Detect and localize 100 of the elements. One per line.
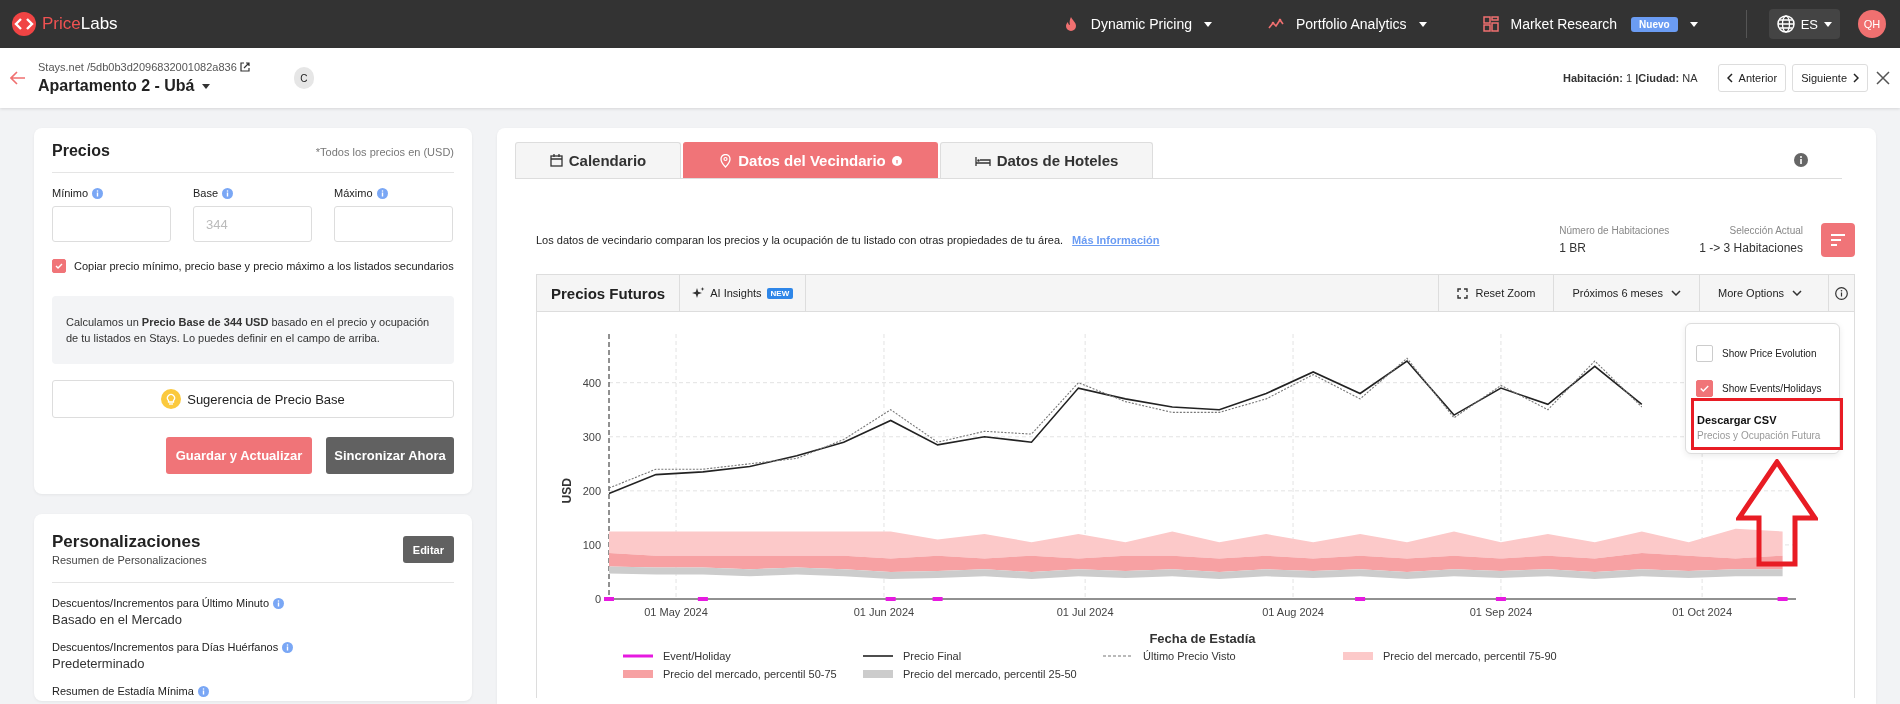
checkbox[interactable] (1696, 345, 1713, 362)
grid-icon (1482, 16, 1499, 32)
filter-lines-icon (1830, 234, 1846, 246)
x-tick-label: 01 Sep 2024 (1469, 606, 1533, 618)
close-icon (1876, 71, 1890, 85)
legend-label: Precio del mercado, percentil 75-90 (1383, 650, 1557, 662)
listing-tag: C (293, 67, 314, 89)
info-icon (92, 187, 104, 199)
suggestion-button[interactable]: Sugerencia de Precio Base (52, 380, 454, 418)
info-icon (1794, 153, 1808, 167)
external-link-icon[interactable] (239, 62, 250, 72)
field-label: Mínimo (52, 187, 89, 199)
sync-button[interactable]: Sincronizar Ahora (326, 437, 454, 474)
menu-option[interactable]: Show Price Evolution (1686, 336, 1839, 371)
x-tick-label: 01 Aug 2024 (1262, 606, 1324, 618)
info-icon (197, 685, 209, 697)
field-label: Máximo (334, 187, 373, 199)
setting-label: Descuentos/Incrementos para Último Minuto (52, 597, 270, 609)
price-input[interactable] (52, 206, 171, 242)
lightbulb-icon (161, 389, 182, 409)
back-arrow-icon[interactable] (10, 71, 26, 85)
legend-label: Event/Holiday (663, 650, 731, 662)
menu-option[interactable]: Show Events/Holidays (1686, 371, 1839, 406)
listing-selector[interactable]: Apartamento 2 - Ubá (38, 77, 250, 95)
language-selector[interactable]: ES (1768, 9, 1840, 39)
reset-zoom-button[interactable]: Reset Zoom (1437, 275, 1554, 311)
chevron-left-icon (1726, 73, 1733, 83)
ai-insights-button[interactable]: AI Insights NEW (680, 275, 807, 311)
y-tick-label: 200 (582, 484, 601, 497)
breadcrumb[interactable]: Stays.net /5db0b3d2096832001082a836 (38, 61, 237, 73)
info-icon (273, 597, 285, 609)
range-dropdown[interactable]: Próximos 6 meses (1553, 275, 1699, 311)
logo-text: PriceLabs (42, 14, 118, 34)
legend-label: Precio del mercado, percentil 50-75 (663, 668, 837, 680)
download-csv-option[interactable]: Descargar CSV Precios y Ocupación Futura (1686, 406, 1839, 449)
checkbox[interactable] (1696, 380, 1713, 397)
new-badge: Nuevo (1631, 16, 1678, 32)
previous-button[interactable]: Anterior (1717, 64, 1787, 92)
nav-menu[interactable]: Dynamic Pricing (1062, 16, 1212, 32)
info-icon (222, 187, 234, 199)
legend-marker (623, 669, 653, 679)
chevron-right-icon (1853, 73, 1859, 83)
globe-icon (1776, 15, 1795, 33)
next-button[interactable]: Siguiente (1792, 64, 1868, 92)
info-icon[interactable] (1835, 286, 1848, 300)
x-tick-label: 01 May 2024 (644, 606, 708, 618)
setting-value: Predeterminado (52, 656, 146, 671)
expand-icon (1456, 287, 1468, 299)
chevron-down-icon (1670, 290, 1681, 296)
card-subtitle: Resumen de Personalizaciones (52, 554, 207, 566)
card-title: Precios (52, 142, 110, 160)
edit-button[interactable]: Editar (402, 536, 454, 563)
y-tick-label: 0 (594, 593, 601, 605)
setting-label: Descuentos/Incrementos para Días Huérfanos (52, 641, 279, 653)
price-input[interactable]: 344 (193, 206, 312, 242)
nav-menu[interactable]: Market Research Nuevo (1482, 16, 1698, 32)
setting-value: Basado en el Mercado (52, 612, 184, 627)
x-tick-label: 01 Oct 2024 (1672, 606, 1733, 618)
legend-marker (863, 669, 893, 679)
price-input[interactable] (334, 206, 453, 242)
legend-label: Último Precio Visto (1143, 650, 1236, 662)
stat-value: 1 -> 3 Habitaciones (1699, 241, 1803, 255)
field-label: Base (193, 187, 219, 199)
caret-icon (1689, 21, 1698, 27)
location-pin-icon (719, 153, 733, 168)
caret-icon (1418, 21, 1427, 27)
legend-marker (1343, 651, 1373, 661)
info-icon (282, 641, 294, 653)
logo-icon (12, 12, 36, 36)
y-tick-label: 400 (582, 376, 601, 389)
nav-menu[interactable]: Portfolio Analytics (1268, 16, 1427, 32)
checkbox-label: Copiar precio mínimo, precio base y precio máximo a los listados secundarios (74, 260, 454, 272)
new-badge: NEW (766, 287, 794, 299)
stat-label: Número de Habitaciones (1559, 225, 1670, 236)
checkbox[interactable] (52, 259, 66, 273)
stat-value: 1 BR (1559, 241, 1587, 255)
info-message: Calculamos un Precio Base de 344 USD basado en el precio y ocupación de tu listados en Stays. Lo puedes definir en el campo de arriba. (52, 296, 454, 364)
filter-button[interactable] (1821, 223, 1855, 257)
chart-title: Precios Futuros (537, 275, 681, 311)
more-options-dropdown[interactable]: More Options (1698, 275, 1828, 311)
currency-note: *Todos los precios en (USD) (315, 146, 454, 158)
tab[interactable]: Datos de Hoteles (940, 142, 1153, 178)
chevron-down-icon (1792, 290, 1802, 296)
caret-icon (1204, 21, 1212, 27)
x-tick-label: 01 Jul 2024 (1056, 606, 1114, 618)
y-tick-label: 300 (582, 430, 601, 443)
info-icon (891, 155, 902, 166)
card-title: Personalizaciones (52, 532, 202, 552)
y-axis-title: USD (560, 478, 574, 504)
stat-label: Selección Actual (1729, 225, 1803, 236)
tab[interactable]: Calendario (515, 142, 681, 178)
info-icon (376, 187, 388, 199)
close-button[interactable] (1876, 71, 1890, 85)
legend-label: Precio Final (903, 650, 962, 662)
x-axis-title: Fecha de Estadía (1149, 631, 1256, 646)
caret-icon (1824, 21, 1832, 27)
x-tick-label: 01 Jun 2024 (853, 606, 915, 618)
y-tick-label: 100 (582, 538, 601, 551)
setting-label: Resumen de Estadía Mínima (52, 685, 194, 697)
caret-icon (202, 83, 211, 89)
